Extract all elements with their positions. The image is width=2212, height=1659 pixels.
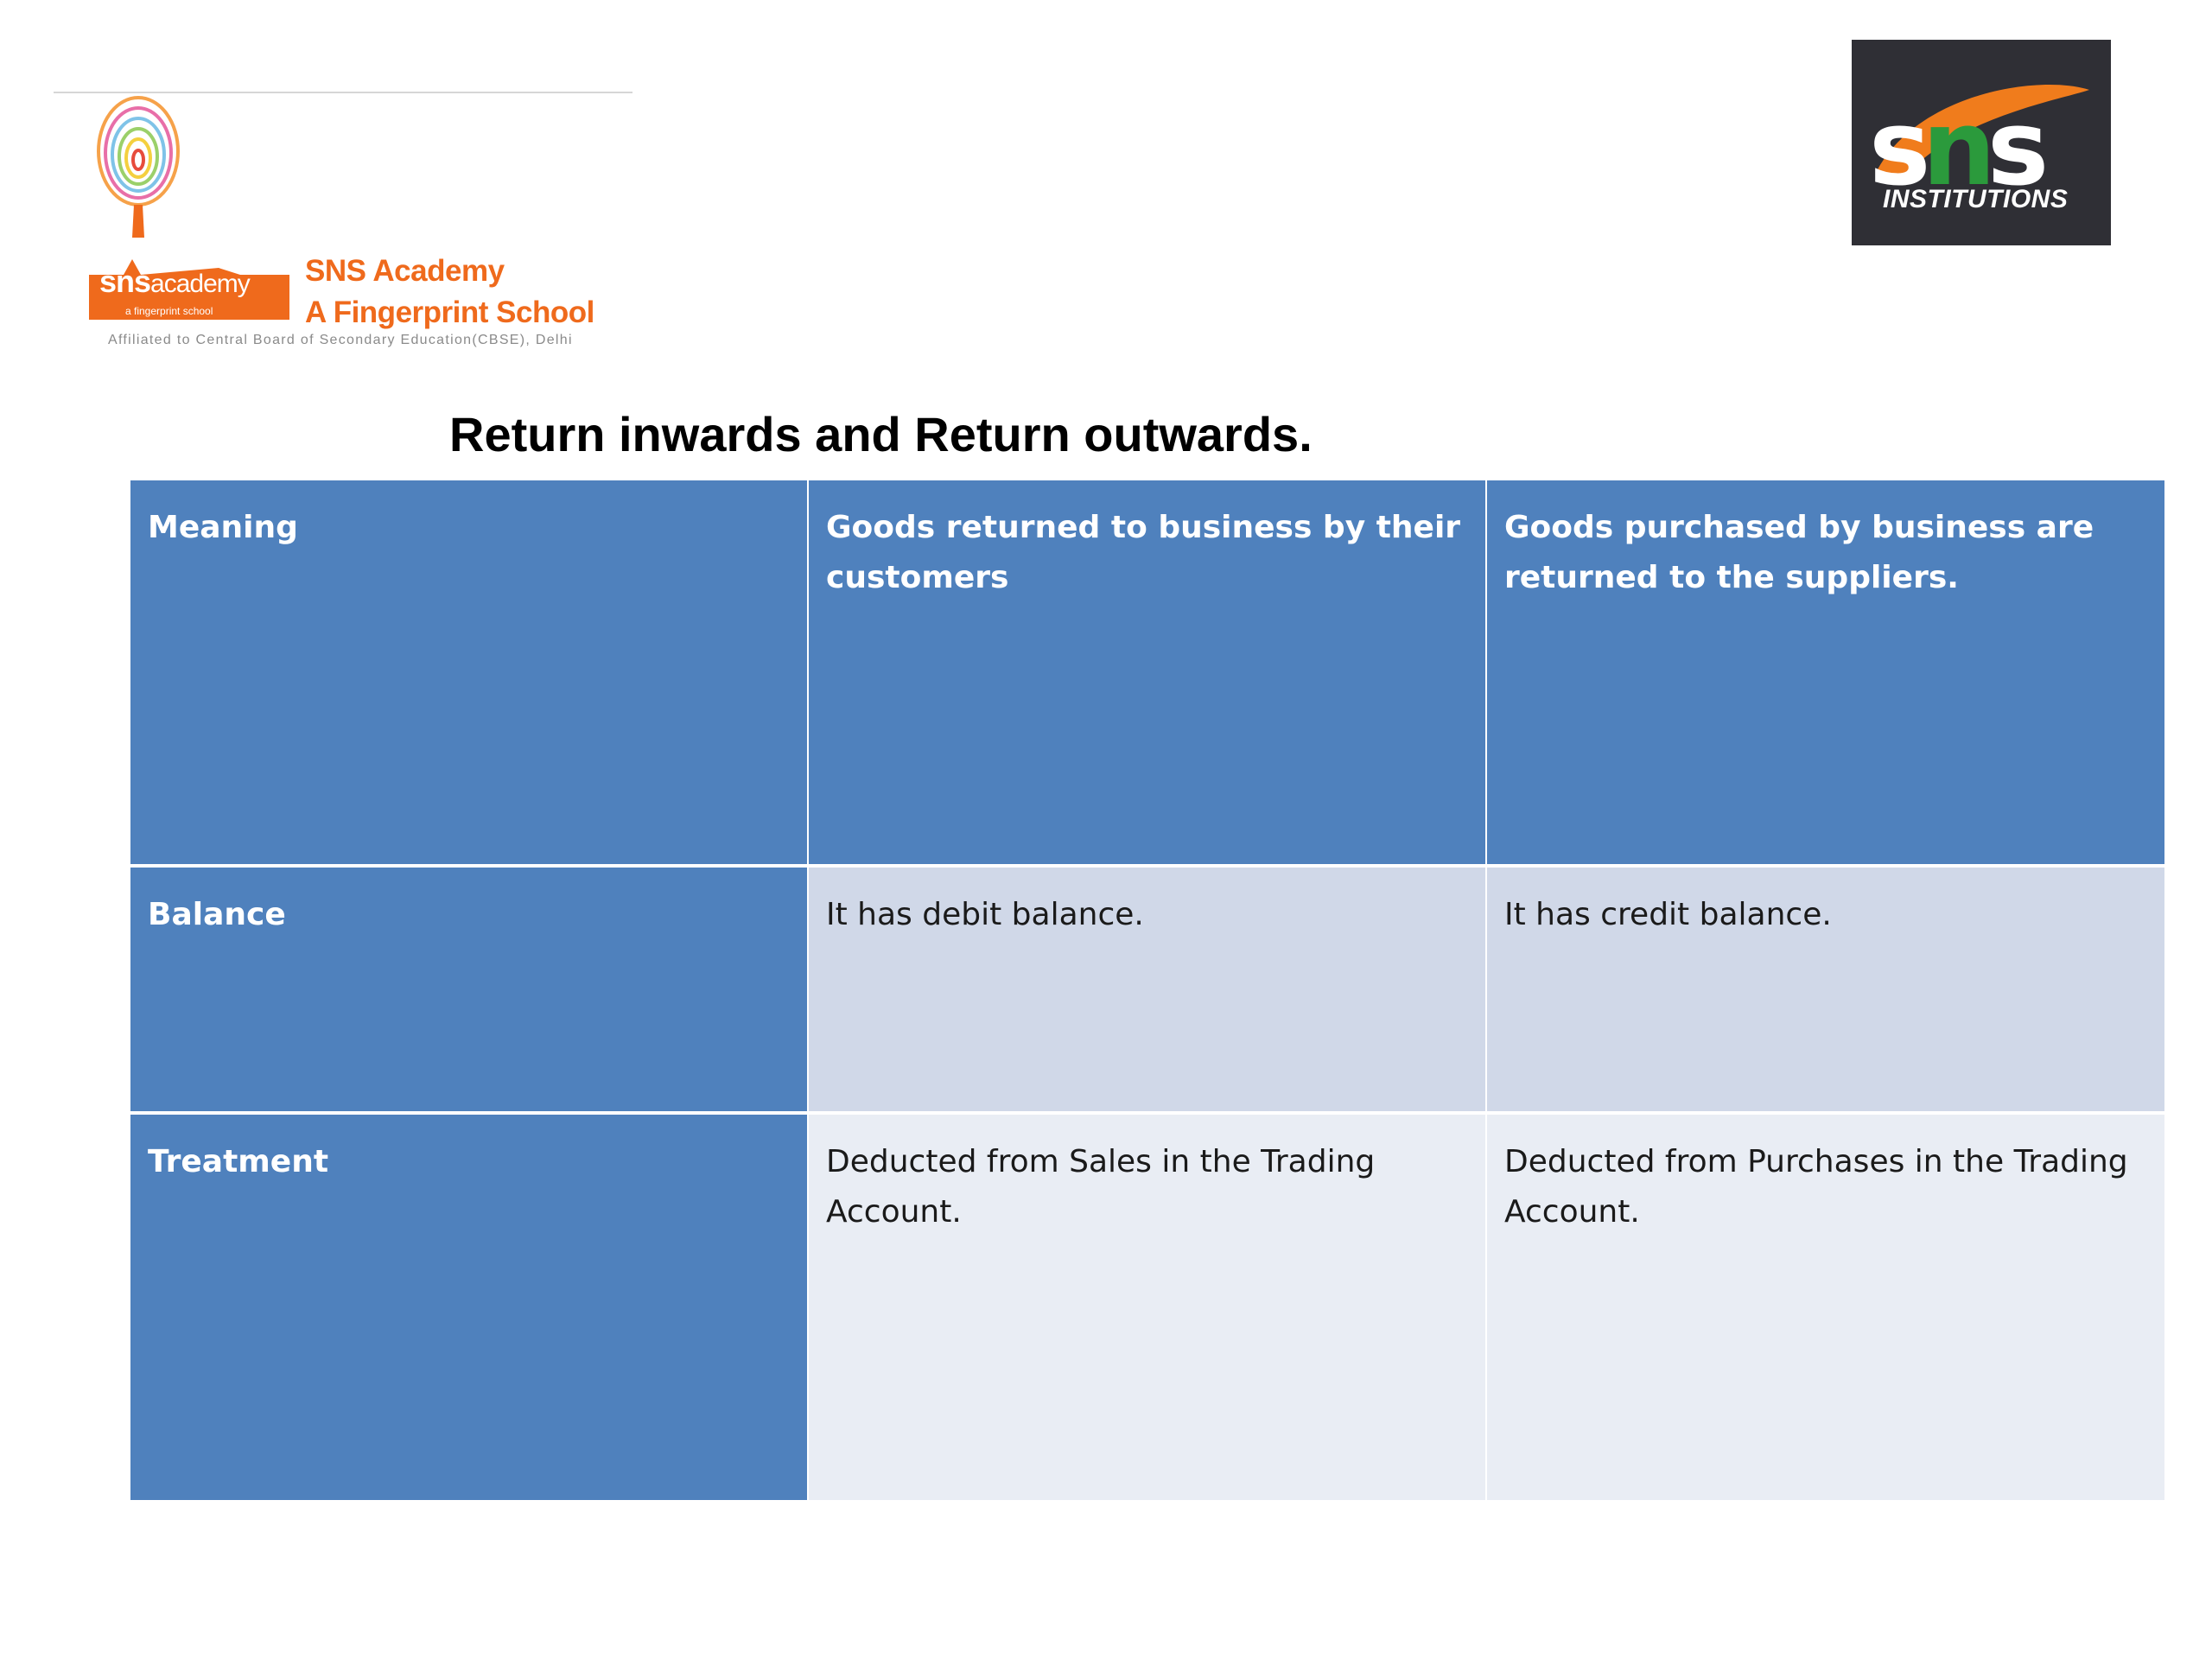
meaning-return-outwards: Goods purchased by business are returned…: [1487, 480, 2164, 864]
balance-return-inwards: It has debit balance.: [809, 868, 1485, 1111]
treatment-return-outwards: Deducted from Purchases in the Trading A…: [1487, 1115, 2164, 1500]
row-label-meaning: Meaning: [130, 480, 807, 864]
academy-name-line1: SNS Academy: [305, 254, 505, 288]
row-label-balance: Balance: [130, 868, 807, 1111]
meaning-return-inwards: Goods returned to business by their cust…: [809, 480, 1485, 864]
sns-institutions-logo: sns INSTITUTIONS: [1852, 40, 2111, 245]
balance-return-outwards: It has credit balance.: [1487, 868, 2164, 1111]
inst-letters: sns: [1869, 98, 2049, 201]
comparison-table: Meaning Goods returned to business by th…: [130, 480, 2164, 1500]
treatment-return-inwards: Deducted from Sales in the Trading Accou…: [809, 1115, 1485, 1500]
academy-name-line2: A Fingerprint School: [305, 296, 594, 329]
academy-affiliation: Affiliated to Central Board of Secondary…: [108, 333, 573, 347]
academy-badge-main: sns: [99, 264, 151, 299]
row-label-treatment: Treatment: [130, 1115, 807, 1500]
academy-name: SNS Academy A Fingerprint School: [305, 251, 594, 334]
fingerprint-icon: [97, 96, 180, 238]
sns-academy-logo: snsacademy a fingerprint school SNS Acad…: [82, 91, 635, 359]
page-title: Return inwards and Return outwards.: [449, 407, 1313, 461]
inst-word: INSTITUTIONS: [1883, 185, 2069, 213]
academy-badge-sub: academy: [150, 270, 251, 298]
academy-badge-text: snsacademy: [99, 264, 251, 300]
academy-badge-tag: a fingerprint school: [125, 305, 213, 317]
